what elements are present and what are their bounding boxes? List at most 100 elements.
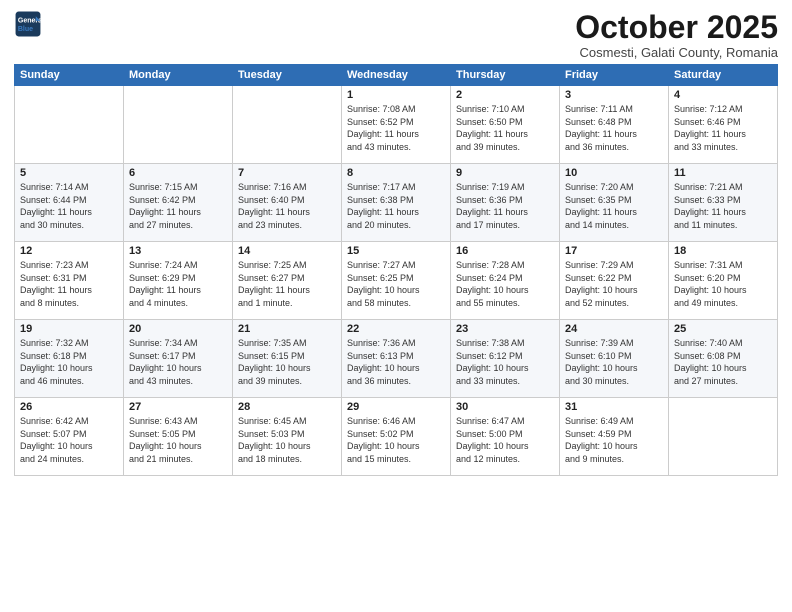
day-number: 25 [674,323,772,335]
day-number: 13 [129,245,227,257]
day-number: 1 [347,89,445,101]
calendar-week-row: 26 Sunrise: 6:42 AM Sunset: 5:07 PM Dayli… [15,398,778,476]
header-monday: Monday [124,65,233,86]
header-thursday: Thursday [451,65,560,86]
day-info: Sunrise: 6:43 AM Sunset: 5:05 PM Dayligh… [129,415,227,465]
day-info: Sunrise: 7:40 AM Sunset: 6:08 PM Dayligh… [674,337,772,387]
table-row: 8 Sunrise: 7:17 AM Sunset: 6:38 PM Daylig… [342,164,451,242]
day-info: Sunrise: 7:14 AM Sunset: 6:44 PM Dayligh… [20,181,118,231]
day-number: 29 [347,401,445,413]
title-block: October 2025 Cosmesti, Galati County, Ro… [575,10,778,60]
calendar-week-row: 12 Sunrise: 7:23 AM Sunset: 6:31 PM Dayli… [15,242,778,320]
day-number: 12 [20,245,118,257]
logo: General Blue [14,10,42,38]
weekday-header-row: Sunday Monday Tuesday Wednesday Thursday… [15,65,778,86]
table-row: 18 Sunrise: 7:31 AM Sunset: 6:20 PM Dayli… [669,242,778,320]
day-number: 24 [565,323,663,335]
day-info: Sunrise: 7:15 AM Sunset: 6:42 PM Dayligh… [129,181,227,231]
day-info: Sunrise: 7:16 AM Sunset: 6:40 PM Dayligh… [238,181,336,231]
day-info: Sunrise: 7:17 AM Sunset: 6:38 PM Dayligh… [347,181,445,231]
day-info: Sunrise: 7:35 AM Sunset: 6:15 PM Dayligh… [238,337,336,387]
table-row: 31Sunrise: 6:49 AM Sunset: 4:59 PM Dayli… [560,398,669,476]
day-info: Sunrise: 6:49 AM Sunset: 4:59 PM Dayligh… [565,415,663,465]
day-number: 14 [238,245,336,257]
svg-text:General: General [18,17,42,24]
day-info: Sunrise: 7:24 AM Sunset: 6:29 PM Dayligh… [129,259,227,309]
day-number: 5 [20,167,118,179]
calendar-week-row: 1 Sunrise: 7:08 AM Sunset: 6:52 PM Daylig… [15,86,778,164]
table-row: 4 Sunrise: 7:12 AM Sunset: 6:46 PM Daylig… [669,86,778,164]
table-row [124,86,233,164]
day-info: Sunrise: 7:20 AM Sunset: 6:35 PM Dayligh… [565,181,663,231]
day-number: 18 [674,245,772,257]
day-number: 22 [347,323,445,335]
day-info: Sunrise: 7:11 AM Sunset: 6:48 PM Dayligh… [565,103,663,153]
table-row: 21Sunrise: 7:35 AM Sunset: 6:15 PM Dayli… [233,320,342,398]
day-info: Sunrise: 6:42 AM Sunset: 5:07 PM Dayligh… [20,415,118,465]
table-row: 19 Sunrise: 7:32 AM Sunset: 6:18 PM Dayli… [15,320,124,398]
day-number: 23 [456,323,554,335]
day-number: 26 [20,401,118,413]
header: General Blue October 2025 Cosmesti, Gala… [14,10,778,60]
table-row: 17 Sunrise: 7:29 AM Sunset: 6:22 PM Dayli… [560,242,669,320]
day-number: 11 [674,167,772,179]
table-row: 25 Sunrise: 7:40 AM Sunset: 6:08 PM Dayli… [669,320,778,398]
day-info: Sunrise: 7:08 AM Sunset: 6:52 PM Dayligh… [347,103,445,153]
table-row: 2 Sunrise: 7:10 AM Sunset: 6:50 PM Daylig… [451,86,560,164]
header-wednesday: Wednesday [342,65,451,86]
logo-icon: General Blue [14,10,42,38]
table-row: 9 Sunrise: 7:19 AM Sunset: 6:36 PM Daylig… [451,164,560,242]
table-row: 27Sunrise: 6:43 AM Sunset: 5:05 PM Dayli… [124,398,233,476]
day-info: Sunrise: 7:34 AM Sunset: 6:17 PM Dayligh… [129,337,227,387]
table-row: 13 Sunrise: 7:24 AM Sunset: 6:29 PM Dayli… [124,242,233,320]
day-info: Sunrise: 7:23 AM Sunset: 6:31 PM Dayligh… [20,259,118,309]
table-row: 28Sunrise: 6:45 AM Sunset: 5:03 PM Dayli… [233,398,342,476]
subtitle: Cosmesti, Galati County, Romania [575,45,778,60]
day-info: Sunrise: 7:36 AM Sunset: 6:13 PM Dayligh… [347,337,445,387]
day-info: Sunrise: 7:10 AM Sunset: 6:50 PM Dayligh… [456,103,554,153]
day-info: Sunrise: 6:46 AM Sunset: 5:02 PM Dayligh… [347,415,445,465]
day-number: 19 [20,323,118,335]
day-number: 17 [565,245,663,257]
table-row: 16Sunrise: 7:28 AM Sunset: 6:24 PM Dayli… [451,242,560,320]
day-info: Sunrise: 7:27 AM Sunset: 6:25 PM Dayligh… [347,259,445,309]
day-info: Sunrise: 7:38 AM Sunset: 6:12 PM Dayligh… [456,337,554,387]
header-sunday: Sunday [15,65,124,86]
table-row: 22 Sunrise: 7:36 AM Sunset: 6:13 PM Dayli… [342,320,451,398]
table-row: 10Sunrise: 7:20 AM Sunset: 6:35 PM Dayli… [560,164,669,242]
table-row: 30Sunrise: 6:47 AM Sunset: 5:00 PM Dayli… [451,398,560,476]
day-number: 7 [238,167,336,179]
table-row: 7 Sunrise: 7:16 AM Sunset: 6:40 PM Daylig… [233,164,342,242]
table-row [15,86,124,164]
table-row: 24 Sunrise: 7:39 AM Sunset: 6:10 PM Dayli… [560,320,669,398]
day-number: 9 [456,167,554,179]
table-row: 1 Sunrise: 7:08 AM Sunset: 6:52 PM Daylig… [342,86,451,164]
table-row: 23 Sunrise: 7:38 AM Sunset: 6:12 PM Dayli… [451,320,560,398]
page-container: General Blue October 2025 Cosmesti, Gala… [0,0,792,484]
table-row: 20 Sunrise: 7:34 AM Sunset: 6:17 PM Dayli… [124,320,233,398]
day-info: Sunrise: 7:32 AM Sunset: 6:18 PM Dayligh… [20,337,118,387]
table-row: 6 Sunrise: 7:15 AM Sunset: 6:42 PM Daylig… [124,164,233,242]
month-title: October 2025 [575,10,778,45]
calendar-table: Sunday Monday Tuesday Wednesday Thursday… [14,64,778,476]
header-saturday: Saturday [669,65,778,86]
day-info: Sunrise: 7:21 AM Sunset: 6:33 PM Dayligh… [674,181,772,231]
day-info: Sunrise: 7:19 AM Sunset: 6:36 PM Dayligh… [456,181,554,231]
header-friday: Friday [560,65,669,86]
day-info: Sunrise: 7:39 AM Sunset: 6:10 PM Dayligh… [565,337,663,387]
table-row: 29 Sunrise: 6:46 AM Sunset: 5:02 PM Dayli… [342,398,451,476]
day-info: Sunrise: 7:31 AM Sunset: 6:20 PM Dayligh… [674,259,772,309]
calendar-week-row: 19 Sunrise: 7:32 AM Sunset: 6:18 PM Dayli… [15,320,778,398]
day-number: 6 [129,167,227,179]
day-number: 4 [674,89,772,101]
day-info: Sunrise: 7:29 AM Sunset: 6:22 PM Dayligh… [565,259,663,309]
day-number: 3 [565,89,663,101]
svg-text:Blue: Blue [18,26,33,33]
day-number: 16 [456,245,554,257]
day-number: 8 [347,167,445,179]
day-number: 2 [456,89,554,101]
table-row [233,86,342,164]
table-row: 5 Sunrise: 7:14 AM Sunset: 6:44 PM Daylig… [15,164,124,242]
day-info: Sunrise: 7:12 AM Sunset: 6:46 PM Dayligh… [674,103,772,153]
day-number: 20 [129,323,227,335]
